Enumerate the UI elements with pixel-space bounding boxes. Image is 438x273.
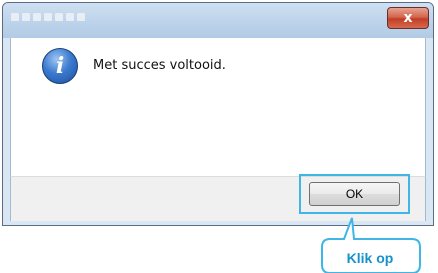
- title-text-placeholder: [11, 13, 85, 21]
- message-text: Met succes voltooid.: [93, 58, 226, 73]
- callout-text: Klik op: [346, 250, 394, 266]
- title-bar[interactable]: x: [3, 3, 433, 38]
- close-button[interactable]: x: [387, 7, 429, 29]
- info-icon: i: [42, 48, 78, 84]
- ok-button[interactable]: OK: [309, 182, 400, 206]
- close-icon: x: [403, 10, 413, 26]
